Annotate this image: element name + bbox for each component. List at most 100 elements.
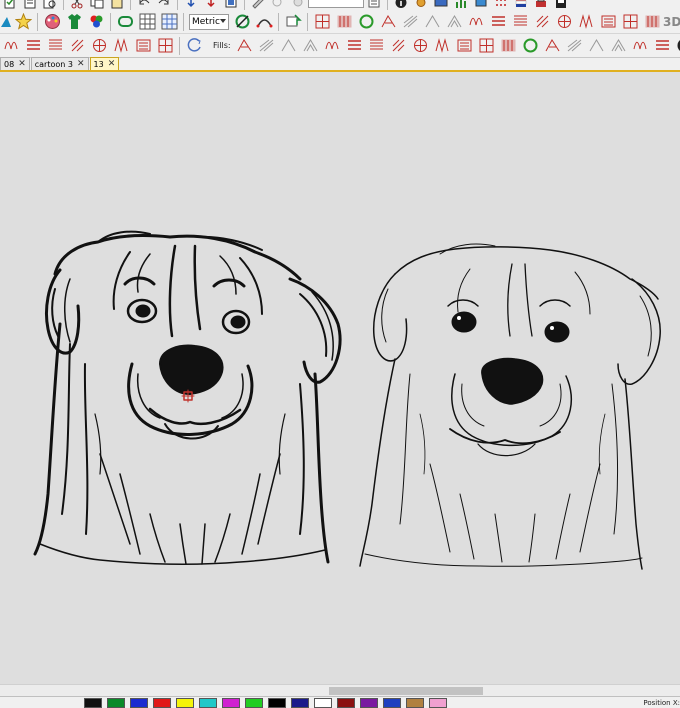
stitch-pattern-icon[interactable] (257, 36, 277, 56)
stitch-pattern-icon[interactable] (389, 36, 409, 56)
stitch-pattern-icon[interactable] (488, 12, 508, 32)
embroidered-dog-head[interactable] (33, 230, 342, 565)
thread-color-swatch[interactable] (199, 697, 217, 708)
stitch-pattern-icon[interactable] (67, 36, 87, 56)
horizontal-scrollbar[interactable] (0, 684, 680, 696)
settings-icon[interactable] (412, 0, 430, 9)
export-icon[interactable] (552, 0, 570, 9)
thread-color-swatch[interactable] (176, 697, 194, 708)
flag-icon[interactable] (512, 0, 530, 9)
thread-color-swatch[interactable] (360, 697, 378, 708)
stitch-pattern-icon[interactable] (312, 12, 332, 32)
paste-icon[interactable] (108, 0, 126, 9)
stitch-pattern-icon[interactable] (334, 12, 354, 32)
tshirt-icon[interactable] (64, 12, 84, 32)
close-icon[interactable]: ✕ (108, 59, 116, 69)
thread-color-swatch[interactable] (245, 697, 263, 708)
stitch-pattern-icon[interactable] (45, 36, 65, 56)
stitch-pattern-icon[interactable] (554, 12, 574, 32)
thread-color-swatch[interactable] (268, 697, 286, 708)
rotate-icon[interactable] (184, 36, 204, 56)
design-canvas[interactable] (0, 74, 680, 686)
undo-icon[interactable] (135, 0, 153, 9)
thread-color-swatch[interactable] (314, 697, 332, 708)
stitch-pattern-icon[interactable] (543, 36, 563, 56)
stitch-pattern-icon[interactable] (653, 36, 673, 56)
stitch-pattern-icon[interactable] (598, 12, 618, 32)
print-icon[interactable] (532, 0, 550, 9)
curve-tool-icon[interactable] (254, 12, 274, 32)
thread-color-swatch[interactable] (337, 697, 355, 708)
stitch-pattern-icon[interactable] (444, 12, 464, 32)
stitch-density-input[interactable] (308, 0, 364, 8)
thread-colors-icon[interactable] (86, 12, 106, 32)
grid-icon[interactable] (137, 12, 157, 32)
thread-color-swatch[interactable] (153, 697, 171, 708)
stitch-pattern-icon[interactable] (356, 12, 376, 32)
palette-icon[interactable] (42, 12, 62, 32)
copy-icon[interactable] (88, 0, 106, 9)
units-select[interactable]: Metric (189, 13, 229, 30)
hoop-icon[interactable] (115, 12, 135, 32)
stitch-pattern-icon[interactable] (155, 36, 175, 56)
stitch-pattern-icon[interactable] (411, 36, 431, 56)
thread-color-swatch[interactable] (291, 697, 309, 708)
stitch-pattern-icon[interactable] (466, 12, 486, 32)
search-document-icon[interactable] (41, 0, 59, 9)
stitch-pattern-icon[interactable] (111, 36, 131, 56)
layers-icon[interactable] (222, 0, 240, 9)
new-document-icon[interactable] (1, 0, 19, 9)
move-down-icon[interactable] (182, 0, 200, 9)
stitch-pattern-icon[interactable] (433, 36, 453, 56)
thread-color-swatch[interactable] (84, 697, 102, 708)
thread-color-swatch[interactable] (130, 697, 148, 708)
thread-color-swatch[interactable] (383, 697, 401, 708)
tab-08[interactable]: 08 ✕ (0, 57, 30, 70)
stitch-pattern-icon[interactable] (323, 36, 343, 56)
density-options-icon[interactable] (365, 0, 383, 9)
stitch-pattern-icon[interactable] (609, 36, 629, 56)
open-document-icon[interactable] (21, 0, 39, 9)
grid-snap-icon[interactable] (159, 12, 179, 32)
select-tool-icon[interactable] (1, 12, 11, 32)
line-art-dog-head[interactable] (359, 243, 661, 570)
stitch-pattern-icon[interactable] (576, 12, 596, 32)
move-color-icon[interactable] (202, 0, 220, 9)
stitch-pattern-icon[interactable] (532, 12, 552, 32)
stitch-pattern-icon[interactable] (521, 36, 541, 56)
close-icon[interactable]: ✕ (18, 59, 26, 69)
redo-icon[interactable] (155, 0, 173, 9)
thread-color-swatch[interactable] (107, 697, 125, 708)
stitch-pattern-icon[interactable] (235, 36, 255, 56)
stitch-pattern-icon[interactable] (455, 36, 475, 56)
stitch-pattern-icon[interactable] (510, 12, 530, 32)
stitch-pattern-icon[interactable] (477, 36, 497, 56)
stitch-pattern-icon[interactable] (23, 36, 43, 56)
chart-icon[interactable] (452, 0, 470, 9)
pan-disabled-icon[interactable] (289, 0, 307, 9)
tab-13[interactable]: 13 ✕ (89, 57, 120, 70)
stitch-pattern-icon[interactable] (642, 12, 662, 32)
stitch-pattern-icon[interactable] (279, 36, 299, 56)
stitch-pattern-icon[interactable] (587, 36, 607, 56)
stitch-pattern-icon[interactable] (367, 36, 387, 56)
zoom-disabled-icon[interactable] (269, 0, 287, 9)
stitch-pattern-icon[interactable] (499, 36, 519, 56)
close-icon[interactable]: ✕ (77, 59, 85, 69)
thread-color-swatch[interactable] (406, 697, 424, 708)
stitch-simulator-icon[interactable] (283, 12, 303, 32)
measure-icon[interactable] (232, 12, 252, 32)
grid-dots-icon[interactable] (492, 0, 510, 9)
stitch-pattern-icon[interactable] (378, 12, 398, 32)
stitch-pattern-icon[interactable] (301, 36, 321, 56)
stitch-pattern-icon[interactable] (1, 36, 21, 56)
info-icon[interactable] (392, 0, 410, 9)
stitch-pattern-icon[interactable] (422, 12, 442, 32)
scrollbar-thumb[interactable] (329, 687, 483, 695)
thread-color-swatch[interactable] (429, 697, 447, 708)
stitch-pattern-icon[interactable] (345, 36, 365, 56)
cut-icon[interactable] (68, 0, 86, 9)
stitch-pattern-icon[interactable] (631, 36, 651, 56)
star-tool-icon[interactable] (13, 12, 33, 32)
stitch-pattern-icon[interactable] (89, 36, 109, 56)
